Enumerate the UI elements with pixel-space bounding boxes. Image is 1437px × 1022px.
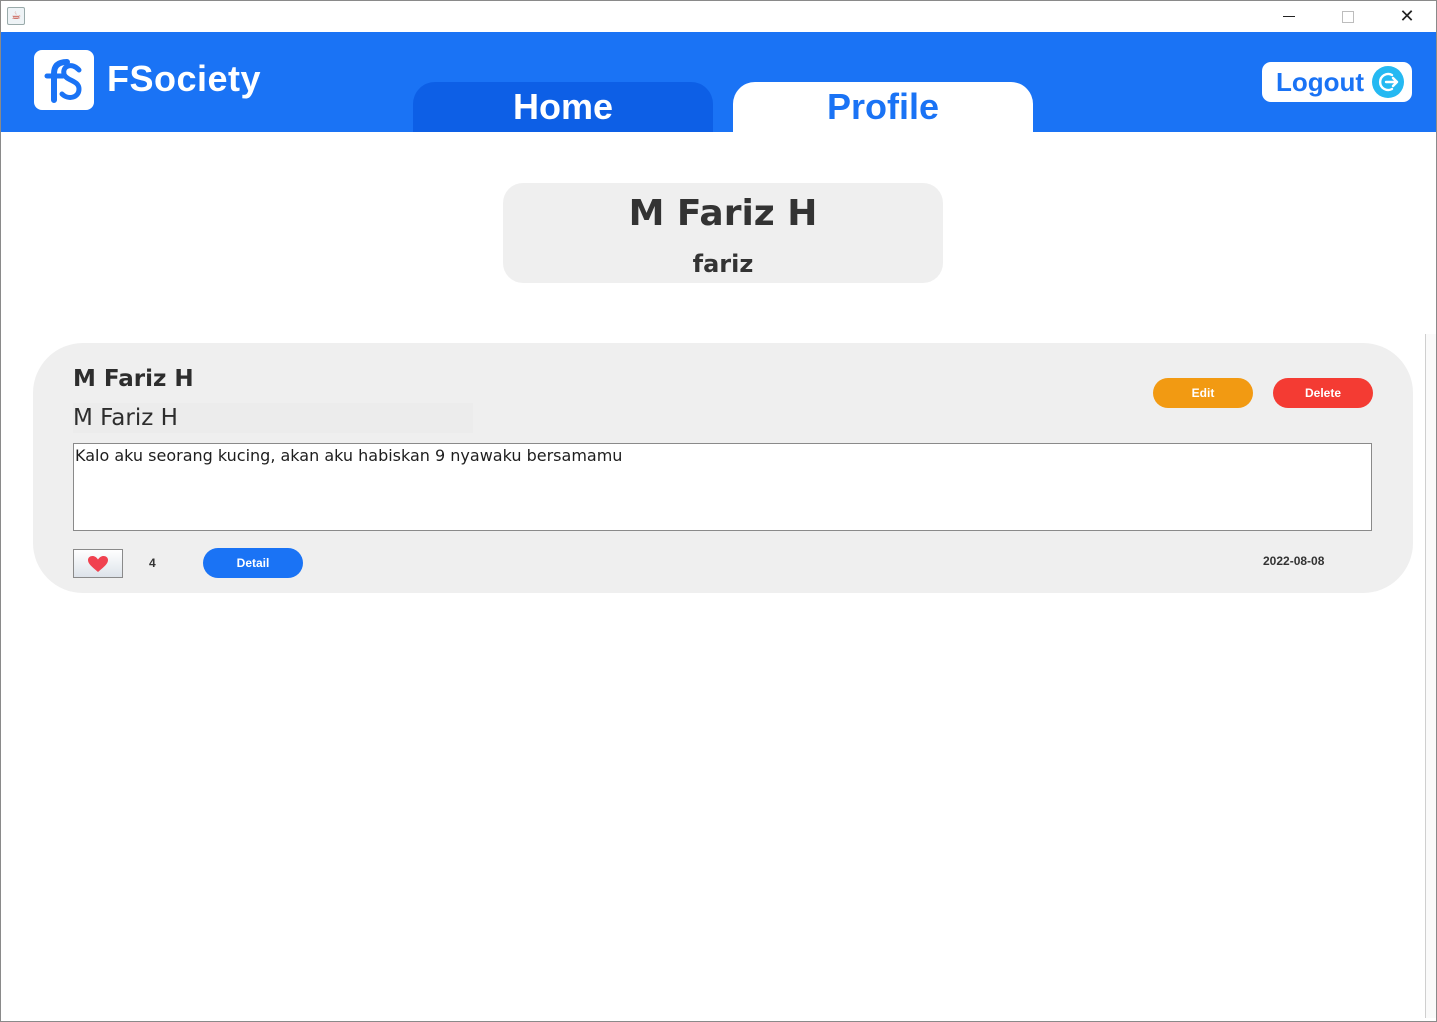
heart-icon bbox=[88, 555, 108, 572]
post-date: 2022-08-08 bbox=[1263, 554, 1325, 568]
fsociety-logo-icon bbox=[34, 50, 94, 110]
delete-button-label: Delete bbox=[1304, 386, 1342, 400]
like-count: 4 bbox=[149, 556, 156, 570]
minimize-icon bbox=[1283, 16, 1295, 17]
logout-button[interactable]: Logout bbox=[1262, 62, 1412, 102]
close-icon: ✕ bbox=[1399, 5, 1415, 27]
edit-button[interactable]: Edit bbox=[1153, 378, 1253, 408]
logout-label: Logout bbox=[1276, 67, 1365, 97]
app-name: FSociety bbox=[107, 58, 262, 99]
post-card: M Fariz H M Fariz H Edit Delete Kalo aku… bbox=[33, 343, 1413, 593]
detail-button-label: Detail bbox=[236, 556, 270, 570]
profile-name: M Fariz H bbox=[628, 193, 818, 234]
java-cup-icon: ☕ bbox=[7, 7, 25, 25]
profile-card: M Fariz H fariz bbox=[503, 183, 943, 283]
vertical-scrollbar[interactable] bbox=[1425, 334, 1436, 1018]
tab-profile[interactable]: Profile bbox=[733, 82, 1033, 132]
title-bar: ☕ ✕ bbox=[1, 1, 1436, 32]
delete-button[interactable]: Delete bbox=[1273, 378, 1373, 408]
tab-home-label: Home bbox=[512, 86, 614, 127]
logout-arrow-icon bbox=[1372, 66, 1404, 98]
post-title: M Fariz H bbox=[73, 405, 178, 431]
profile-username: fariz bbox=[692, 250, 754, 278]
close-button[interactable]: ✕ bbox=[1378, 1, 1436, 32]
detail-button[interactable]: Detail bbox=[203, 548, 303, 578]
like-button[interactable] bbox=[73, 549, 123, 578]
app-window: ☕ ✕ FSociety Home Profile Logout M Fariz… bbox=[0, 0, 1437, 1022]
app-header: FSociety Home Profile Logout bbox=[1, 32, 1436, 132]
edit-button-label: Edit bbox=[1191, 386, 1215, 400]
post-body-text: Kalo aku seorang kucing, akan aku habisk… bbox=[75, 446, 623, 465]
minimize-button[interactable] bbox=[1260, 1, 1318, 32]
post-author: M Fariz H bbox=[73, 366, 194, 392]
tab-home[interactable]: Home bbox=[413, 82, 713, 132]
post-body-textarea[interactable]: Kalo aku seorang kucing, akan aku habisk… bbox=[73, 443, 1372, 531]
tab-profile-label: Profile bbox=[826, 86, 940, 127]
maximize-button[interactable] bbox=[1319, 1, 1377, 32]
post-title-field: M Fariz H bbox=[73, 403, 473, 433]
maximize-icon bbox=[1342, 10, 1354, 23]
